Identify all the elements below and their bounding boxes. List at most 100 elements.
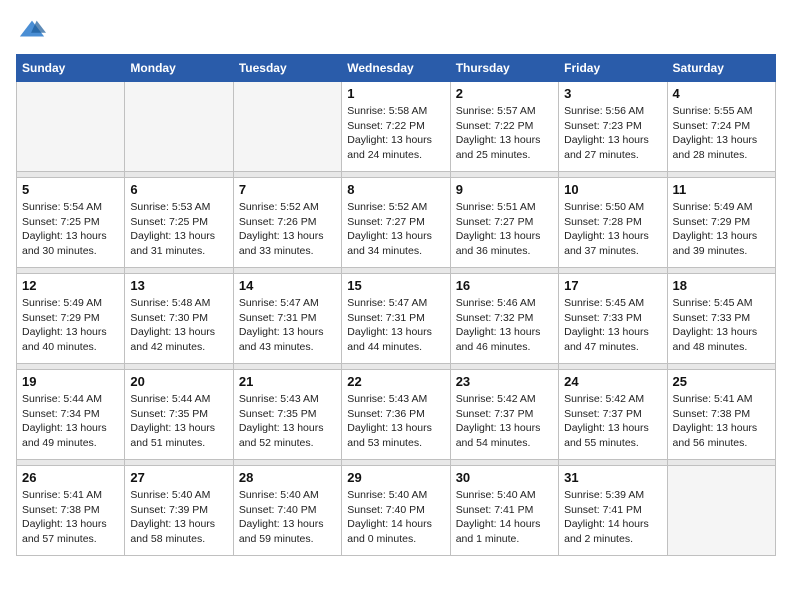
day-number: 16	[456, 278, 553, 293]
day-info: Sunrise: 5:41 AMSunset: 7:38 PMDaylight:…	[22, 488, 119, 547]
calendar-day-cell: 18 Sunrise: 5:45 AMSunset: 7:33 PMDayligh…	[667, 274, 775, 364]
day-info: Sunrise: 5:44 AMSunset: 7:34 PMDaylight:…	[22, 392, 119, 451]
day-number: 2	[456, 86, 553, 101]
calendar-day-cell: 24 Sunrise: 5:42 AMSunset: 7:37 PMDayligh…	[559, 370, 667, 460]
weekday-header: Saturday	[667, 55, 775, 82]
day-info: Sunrise: 5:45 AMSunset: 7:33 PMDaylight:…	[673, 296, 770, 355]
day-info: Sunrise: 5:42 AMSunset: 7:37 PMDaylight:…	[564, 392, 661, 451]
weekday-header: Thursday	[450, 55, 558, 82]
calendar-day-cell: 15 Sunrise: 5:47 AMSunset: 7:31 PMDayligh…	[342, 274, 450, 364]
page-header	[16, 16, 776, 44]
calendar-day-cell: 31Sunrise: 5:39 AMSunset: 7:41 PMDayligh…	[559, 466, 667, 556]
day-number: 7	[239, 182, 336, 197]
day-info: Sunrise: 5:50 AMSunset: 7:28 PMDaylight:…	[564, 200, 661, 259]
day-number: 28	[239, 470, 336, 485]
calendar-day-cell: 4 Sunrise: 5:55 AMSunset: 7:24 PMDaylight…	[667, 82, 775, 172]
day-info: Sunrise: 5:47 AMSunset: 7:31 PMDaylight:…	[347, 296, 444, 355]
day-info: Sunrise: 5:51 AMSunset: 7:27 PMDaylight:…	[456, 200, 553, 259]
day-info: Sunrise: 5:58 AMSunset: 7:22 PMDaylight:…	[347, 104, 444, 163]
calendar-day-cell: 26 Sunrise: 5:41 AMSunset: 7:38 PMDayligh…	[17, 466, 125, 556]
weekday-header: Monday	[125, 55, 233, 82]
logo	[16, 16, 46, 44]
day-info: Sunrise: 5:56 AMSunset: 7:23 PMDaylight:…	[564, 104, 661, 163]
day-info: Sunrise: 5:40 AMSunset: 7:41 PMDaylight:…	[456, 488, 553, 547]
day-number: 3	[564, 86, 661, 101]
calendar-table: SundayMondayTuesdayWednesdayThursdayFrid…	[16, 54, 776, 556]
day-number: 13	[130, 278, 227, 293]
calendar-day-cell	[233, 82, 341, 172]
day-info: Sunrise: 5:52 AMSunset: 7:26 PMDaylight:…	[239, 200, 336, 259]
weekday-header: Tuesday	[233, 55, 341, 82]
day-number: 14	[239, 278, 336, 293]
day-number: 29	[347, 470, 444, 485]
day-info: Sunrise: 5:40 AMSunset: 7:39 PMDaylight:…	[130, 488, 227, 547]
calendar-day-cell: 13Sunrise: 5:48 AMSunset: 7:30 PMDayligh…	[125, 274, 233, 364]
day-number: 24	[564, 374, 661, 389]
calendar-day-cell: 17 Sunrise: 5:45 AMSunset: 7:33 PMDayligh…	[559, 274, 667, 364]
day-number: 20	[130, 374, 227, 389]
calendar-day-cell	[125, 82, 233, 172]
day-number: 10	[564, 182, 661, 197]
calendar-day-cell: 7 Sunrise: 5:52 AMSunset: 7:26 PMDaylight…	[233, 178, 341, 268]
calendar-week-row: 12 Sunrise: 5:49 AMSunset: 7:29 PMDayligh…	[17, 274, 776, 364]
calendar-day-cell: 1 Sunrise: 5:58 AMSunset: 7:22 PMDaylight…	[342, 82, 450, 172]
day-number: 11	[673, 182, 770, 197]
logo-icon	[18, 16, 46, 44]
day-number: 1	[347, 86, 444, 101]
day-info: Sunrise: 5:47 AMSunset: 7:31 PMDaylight:…	[239, 296, 336, 355]
calendar-day-cell: 19 Sunrise: 5:44 AMSunset: 7:34 PMDayligh…	[17, 370, 125, 460]
day-info: Sunrise: 5:42 AMSunset: 7:37 PMDaylight:…	[456, 392, 553, 451]
day-number: 30	[456, 470, 553, 485]
day-number: 17	[564, 278, 661, 293]
day-number: 8	[347, 182, 444, 197]
calendar-day-cell: 23Sunrise: 5:42 AMSunset: 7:37 PMDayligh…	[450, 370, 558, 460]
calendar-day-cell: 20 Sunrise: 5:44 AMSunset: 7:35 PMDayligh…	[125, 370, 233, 460]
calendar-day-cell: 16 Sunrise: 5:46 AMSunset: 7:32 PMDayligh…	[450, 274, 558, 364]
day-info: Sunrise: 5:52 AMSunset: 7:27 PMDaylight:…	[347, 200, 444, 259]
calendar-day-cell: 22Sunrise: 5:43 AMSunset: 7:36 PMDayligh…	[342, 370, 450, 460]
calendar-day-cell: 3 Sunrise: 5:56 AMSunset: 7:23 PMDaylight…	[559, 82, 667, 172]
day-info: Sunrise: 5:44 AMSunset: 7:35 PMDaylight:…	[130, 392, 227, 451]
day-number: 27	[130, 470, 227, 485]
day-number: 19	[22, 374, 119, 389]
day-number: 15	[347, 278, 444, 293]
calendar-week-row: 5Sunrise: 5:54 AMSunset: 7:25 PMDaylight…	[17, 178, 776, 268]
day-info: Sunrise: 5:57 AMSunset: 7:22 PMDaylight:…	[456, 104, 553, 163]
calendar-day-cell: 27 Sunrise: 5:40 AMSunset: 7:39 PMDayligh…	[125, 466, 233, 556]
day-info: Sunrise: 5:54 AMSunset: 7:25 PMDaylight:…	[22, 200, 119, 259]
calendar-day-cell: 2 Sunrise: 5:57 AMSunset: 7:22 PMDaylight…	[450, 82, 558, 172]
day-info: Sunrise: 5:53 AMSunset: 7:25 PMDaylight:…	[130, 200, 227, 259]
day-number: 6	[130, 182, 227, 197]
calendar-day-cell: 14 Sunrise: 5:47 AMSunset: 7:31 PMDayligh…	[233, 274, 341, 364]
calendar-day-cell: 30 Sunrise: 5:40 AMSunset: 7:41 PMDayligh…	[450, 466, 558, 556]
day-info: Sunrise: 5:49 AMSunset: 7:29 PMDaylight:…	[22, 296, 119, 355]
day-info: Sunrise: 5:46 AMSunset: 7:32 PMDaylight:…	[456, 296, 553, 355]
calendar-day-cell: 25 Sunrise: 5:41 AMSunset: 7:38 PMDayligh…	[667, 370, 775, 460]
day-info: Sunrise: 5:40 AMSunset: 7:40 PMDaylight:…	[347, 488, 444, 547]
day-info: Sunrise: 5:45 AMSunset: 7:33 PMDaylight:…	[564, 296, 661, 355]
day-number: 26	[22, 470, 119, 485]
day-info: Sunrise: 5:40 AMSunset: 7:40 PMDaylight:…	[239, 488, 336, 547]
calendar-day-cell: 8 Sunrise: 5:52 AMSunset: 7:27 PMDaylight…	[342, 178, 450, 268]
weekday-header: Wednesday	[342, 55, 450, 82]
day-number: 25	[673, 374, 770, 389]
day-info: Sunrise: 5:43 AMSunset: 7:35 PMDaylight:…	[239, 392, 336, 451]
calendar-day-cell: 10 Sunrise: 5:50 AMSunset: 7:28 PMDayligh…	[559, 178, 667, 268]
day-number: 31	[564, 470, 661, 485]
calendar-day-cell: 28 Sunrise: 5:40 AMSunset: 7:40 PMDayligh…	[233, 466, 341, 556]
calendar-header-row: SundayMondayTuesdayWednesdayThursdayFrid…	[17, 55, 776, 82]
day-number: 12	[22, 278, 119, 293]
calendar-day-cell: 5Sunrise: 5:54 AMSunset: 7:25 PMDaylight…	[17, 178, 125, 268]
day-info: Sunrise: 5:55 AMSunset: 7:24 PMDaylight:…	[673, 104, 770, 163]
calendar-day-cell: 11 Sunrise: 5:49 AMSunset: 7:29 PMDayligh…	[667, 178, 775, 268]
calendar-week-row: 26 Sunrise: 5:41 AMSunset: 7:38 PMDayligh…	[17, 466, 776, 556]
calendar-day-cell: 29 Sunrise: 5:40 AMSunset: 7:40 PMDayligh…	[342, 466, 450, 556]
calendar-day-cell: 21Sunrise: 5:43 AMSunset: 7:35 PMDayligh…	[233, 370, 341, 460]
day-info: Sunrise: 5:49 AMSunset: 7:29 PMDaylight:…	[673, 200, 770, 259]
calendar-day-cell: 6 Sunrise: 5:53 AMSunset: 7:25 PMDaylight…	[125, 178, 233, 268]
day-number: 18	[673, 278, 770, 293]
day-info: Sunrise: 5:41 AMSunset: 7:38 PMDaylight:…	[673, 392, 770, 451]
calendar-day-cell	[17, 82, 125, 172]
weekday-header: Friday	[559, 55, 667, 82]
day-number: 4	[673, 86, 770, 101]
